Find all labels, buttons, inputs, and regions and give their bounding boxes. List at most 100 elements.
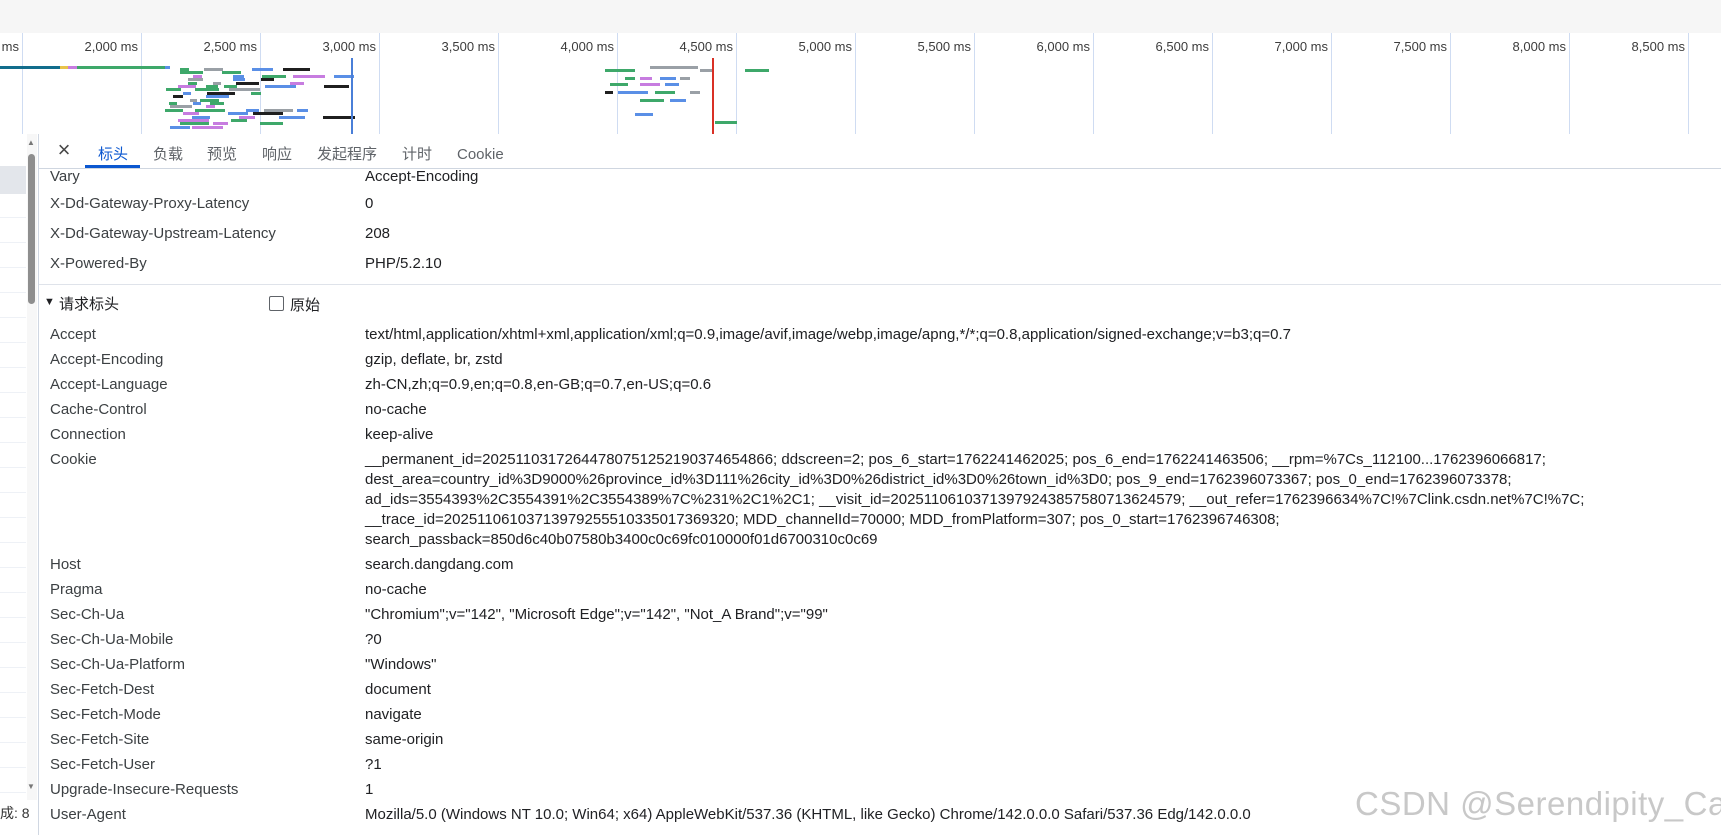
- waterfall-bar: [680, 77, 690, 80]
- waterfall-bar: [745, 69, 769, 72]
- request-list-row[interactable]: [0, 642, 26, 668]
- waterfall-bar: [640, 99, 664, 102]
- request-list-row[interactable]: [0, 192, 26, 218]
- request-list-row[interactable]: [0, 542, 26, 568]
- tab-timing[interactable]: 计时: [402, 134, 432, 168]
- timeline-tick-line: [260, 33, 261, 134]
- dom-content-loaded-marker: [351, 58, 353, 134]
- header-value: gzip, deflate, br, zstd: [365, 351, 503, 368]
- header-name: X-Powered-By: [50, 255, 147, 272]
- header-name: Cookie: [50, 451, 97, 468]
- header-name: Pragma: [50, 581, 103, 598]
- request-list-row[interactable]: [0, 567, 26, 593]
- cookie-value-line: __trace_id=20251106103713979255510335017…: [365, 511, 1280, 528]
- request-list-row[interactable]: [0, 442, 26, 468]
- close-icon[interactable]: ×: [53, 138, 75, 162]
- request-list-row[interactable]: [0, 317, 26, 343]
- request-list-row[interactable]: [0, 417, 26, 443]
- waterfall-bar: [195, 108, 226, 112]
- header-name: Sec-Ch-Ua-Platform: [50, 656, 186, 673]
- collapse-triangle-icon[interactable]: ▼: [44, 296, 55, 308]
- timeline-tick-label: 6,500 ms: [1155, 39, 1209, 54]
- request-list-row[interactable]: [0, 467, 26, 493]
- timeline-tick-label: 2,000 ms: [84, 39, 138, 54]
- waterfall-bar: [0, 66, 60, 69]
- waterfall-bar: [204, 68, 224, 71]
- waterfall-bar: [690, 91, 700, 94]
- request-list-row[interactable]: [0, 267, 26, 293]
- request-list-row[interactable]: [0, 367, 26, 393]
- request-list-row[interactable]: [0, 617, 26, 643]
- scroll-down-arrow-icon[interactable]: ▼: [27, 782, 35, 791]
- tab-headers[interactable]: 标头: [98, 134, 128, 168]
- tab-cookies[interactable]: Cookie: [457, 134, 504, 168]
- header-value: "Windows": [365, 656, 437, 673]
- tab-response[interactable]: 响应: [262, 134, 292, 168]
- header-name: Accept: [50, 326, 96, 343]
- raw-checkbox-label[interactable]: 原始: [290, 294, 320, 315]
- waterfall-bar: [665, 83, 679, 86]
- header-name: Host: [50, 556, 81, 573]
- waterfall-bar: [292, 74, 325, 78]
- header-value: 208: [365, 225, 391, 242]
- request-list-row[interactable]: [0, 392, 26, 418]
- waterfall-bar: [605, 69, 635, 72]
- raw-checkbox[interactable]: [269, 296, 284, 311]
- scroll-up-arrow-icon[interactable]: ▲: [27, 138, 35, 147]
- timeline-tick-line: [1331, 33, 1332, 134]
- timeline-tick-line: [1688, 33, 1689, 134]
- tab-preview[interactable]: 预览: [207, 134, 237, 168]
- header-name: Sec-Fetch-Dest: [50, 681, 155, 698]
- request-list-row[interactable]: [0, 692, 26, 718]
- header-name: Sec-Ch-Ua: [50, 606, 125, 623]
- tab-payload[interactable]: 负载: [153, 134, 183, 168]
- header-name: Accept-Language: [50, 376, 168, 393]
- waterfall-bar: [68, 66, 77, 69]
- request-list-row[interactable]: [0, 292, 26, 318]
- header-value: text/html,application/xhtml+xml,applicat…: [365, 326, 1291, 343]
- waterfall-bar: [618, 91, 648, 94]
- header-value: ?1: [365, 756, 382, 773]
- waterfall-bar: [77, 66, 169, 69]
- waterfall-bar: [251, 91, 261, 95]
- waterfall-bar: [660, 77, 676, 80]
- request-headers-section-header[interactable]: ▼ 请求标头 原始: [39, 285, 1721, 319]
- waterfall-bar: [259, 122, 283, 126]
- section-title[interactable]: 请求标头: [59, 293, 119, 314]
- request-list-row[interactable]: [0, 742, 26, 768]
- header-value: same-origin: [365, 731, 444, 748]
- scrollbar-thumb[interactable]: [28, 154, 35, 304]
- waterfall-bar: [655, 91, 675, 94]
- request-list-row[interactable]: [0, 142, 26, 168]
- request-list-row[interactable]: [0, 217, 26, 243]
- network-overview-timeline[interactable]: ms 2,000 ms 2,500 ms 3,000 ms 3,500 ms 4,000 …: [0, 33, 1721, 135]
- header-value: document: [365, 681, 431, 698]
- header-value: Accept-Encoding: [365, 169, 479, 185]
- request-list-row[interactable]: [0, 342, 26, 368]
- waterfall-bar: [182, 91, 191, 95]
- timeline-tick-label: 7,000 ms: [1274, 39, 1328, 54]
- waterfall-bar: [323, 85, 350, 88]
- request-list-row[interactable]: [0, 667, 26, 693]
- header-value: 0: [365, 195, 374, 212]
- timeline-tick-label: 5,000 ms: [798, 39, 852, 54]
- request-list-row[interactable]: [0, 242, 26, 268]
- header-name: User-Agent: [50, 806, 126, 823]
- request-list-row[interactable]: [0, 517, 26, 543]
- tab-initiator[interactable]: 发起程序: [317, 134, 377, 168]
- request-list-row[interactable]: [0, 767, 26, 793]
- request-list-row[interactable]: [0, 592, 26, 618]
- waterfall-bar: [605, 91, 613, 94]
- header-name: X-Dd-Gateway-Proxy-Latency: [50, 195, 250, 212]
- request-list-row[interactable]: [0, 717, 26, 743]
- header-value: "Chromium";v="142", "Microsoft Edge";v="…: [365, 606, 828, 623]
- header-value: 1: [365, 781, 374, 798]
- request-list-row[interactable]: [0, 492, 26, 518]
- request-list-pane[interactable]: ▲ ▼ 成: 8: [0, 134, 39, 835]
- waterfall-bar: [670, 99, 686, 102]
- header-name: Cache-Control: [50, 401, 147, 418]
- waterfall-bar: [231, 119, 248, 122]
- waterfall-bar: [264, 85, 296, 88]
- waterfall-bar: [251, 68, 273, 71]
- selected-request-row[interactable]: [0, 166, 26, 194]
